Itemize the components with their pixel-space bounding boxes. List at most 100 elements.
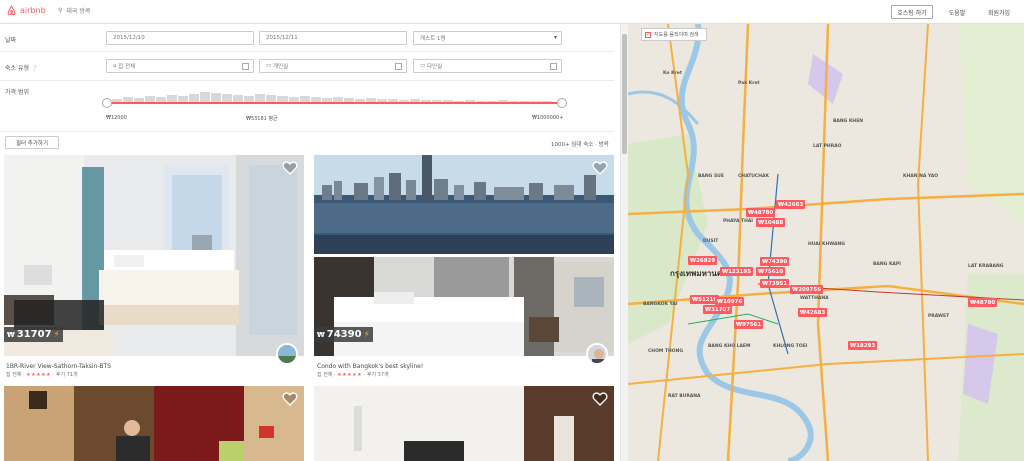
map-price-pin[interactable]: ₩73951 — [760, 279, 790, 288]
listing-photo[interactable] — [4, 155, 304, 356]
checkbox[interactable] — [242, 63, 249, 70]
map-label: LAT KRABANG — [968, 264, 1004, 269]
room-type-entire-home[interactable]: ⌂ 집 전체 — [106, 59, 254, 73]
map-price-pin[interactable]: ₩75610 — [756, 267, 786, 276]
instant-book-icon: ⚡ — [53, 329, 60, 340]
airbnb-logo[interactable]: airbnb — [6, 5, 46, 16]
price-min-handle[interactable] — [102, 98, 112, 108]
currency-symbol: ₩ — [317, 330, 325, 339]
checkbox[interactable] — [395, 63, 402, 70]
room-type-row: 숙소 유형 ❔ ⌂ 집 전체 ▭ 개인실 ▭ 다인실 — [0, 52, 614, 81]
dates-row: 날짜 2015/12/10 2015/12/11 게스트 1명 ▾ — [0, 24, 614, 52]
host-avatar[interactable] — [276, 343, 298, 365]
listing-photo[interactable] — [314, 155, 614, 254]
filter-panel: 날짜 2015/12/10 2015/12/11 게스트 1명 ▾ 숙소 유형 … — [0, 24, 620, 132]
search-text: 태국 방콕 — [66, 8, 91, 15]
map-price-pin[interactable]: ₩48780 — [746, 208, 776, 217]
histogram-bar — [189, 94, 200, 102]
host-button[interactable]: 호스팅 하기 — [891, 5, 933, 19]
checkbox[interactable] — [550, 63, 557, 70]
airbnb-belo-icon — [7, 5, 16, 16]
listing-details: 집 전체 · ★★★★★ · 후기 37개 — [317, 372, 389, 378]
map-price-pin[interactable]: ₩123195 — [720, 267, 754, 276]
heart-icon[interactable] — [282, 391, 298, 407]
histogram-bar — [233, 95, 244, 102]
heart-icon[interactable] — [282, 160, 298, 176]
map-price-pin[interactable]: ₩26829 — [688, 256, 718, 265]
map-label: Ko Kret — [663, 71, 682, 76]
listings-scrollbar[interactable] — [620, 24, 628, 461]
price-min: ₩12000 — [106, 115, 127, 121]
top-navigation-bar: airbnb ⚲ 태국 방콕 호스팅 하기 도움말 회원가입 — [0, 0, 1024, 24]
map-price-pin[interactable]: ₩18293 — [848, 341, 878, 350]
map-price-pin[interactable]: ₩209756 — [790, 285, 824, 294]
map-label: KHAN NA YAO — [903, 174, 939, 179]
histogram-bar — [222, 94, 233, 102]
location-search[interactable]: ⚲ 태국 방콕 — [58, 6, 90, 15]
map-price-pin[interactable]: ₩42683 — [776, 200, 806, 209]
price-slider-track — [106, 102, 563, 104]
map-label: กรุงเทพมหานคร — [670, 269, 727, 278]
map-label: BANGKOK YAI — [643, 302, 678, 307]
host-photo — [278, 345, 296, 363]
room-type-private-room[interactable]: ▭ 개인실 — [259, 59, 407, 73]
map-label: KHLONG TOEI — [773, 344, 808, 349]
histogram-bar — [211, 93, 222, 102]
currency-symbol: ₩ — [7, 330, 15, 339]
map-label: BANG KAPI — [873, 262, 901, 267]
listing-title[interactable]: 1BR-River View-Sathorn-Taksin-BTS — [6, 363, 111, 370]
door-icon: ▭ — [266, 63, 273, 69]
listing-title[interactable]: Condo with Bangkok's best skyline! — [317, 363, 423, 370]
couch-icon: ▭ — [420, 63, 427, 69]
dates-label: 날짜 — [5, 37, 17, 44]
help-link[interactable]: 도움말 — [942, 5, 972, 19]
map-label: CHATUCHAK — [738, 174, 769, 179]
price-label: 가격 범위 — [5, 89, 29, 96]
checkout-field[interactable]: 2015/12/11 — [259, 31, 407, 45]
logo-text: airbnb — [20, 6, 46, 15]
map-price-pin[interactable]: ₩10488 — [756, 218, 786, 227]
chevron-down-icon: ▾ — [553, 34, 557, 41]
map-price-pin[interactable]: ₩48780 — [968, 298, 998, 307]
histogram-bar — [255, 94, 266, 102]
guests-select[interactable]: 게스트 1명 ▾ — [413, 31, 562, 45]
map-price-pin[interactable]: ₩74390 — [760, 257, 790, 266]
listing-details: 집 전체 · ★★★★★ · 후기 71개 — [6, 372, 78, 378]
price-histogram — [112, 90, 553, 102]
listing-price: ₩31707 ⚡ — [4, 327, 63, 342]
map-label: LAT PHRAO — [813, 144, 842, 149]
dining-photo — [314, 386, 614, 461]
map-price-pin[interactable]: ₩42683 — [798, 308, 828, 317]
search-as-map-moves-toggle[interactable]: ✓ 지도를 움직이며 검색 — [641, 28, 707, 41]
scrollbar-thumb[interactable] — [622, 34, 627, 154]
rating-stars: ★★★★★ — [26, 372, 52, 378]
price-max-handle[interactable] — [557, 98, 567, 108]
listing-photo[interactable] — [4, 386, 304, 461]
price-value: 74390 — [326, 329, 362, 340]
rating-stars: ★★★★★ — [337, 372, 363, 378]
host-photo — [588, 345, 606, 363]
room-type-label: 숙소 유형 ❔ — [5, 65, 39, 72]
room-type-shared-room[interactable]: ▭ 다인실 — [413, 59, 562, 73]
map-label: BANG KHO LAEM — [708, 344, 751, 349]
heart-icon[interactable] — [592, 391, 608, 407]
signup-link[interactable]: 회원가입 — [980, 5, 1018, 19]
map-label: PRAWET — [928, 314, 950, 319]
heart-icon[interactable] — [592, 160, 608, 176]
map-label: RAT BURANA — [668, 394, 701, 399]
more-filters-button[interactable]: 필터 추가하기 — [5, 136, 59, 149]
map-label: Pak Kret — [738, 81, 760, 86]
map-label: WATTHANA — [800, 296, 829, 301]
host-avatar[interactable] — [586, 343, 608, 365]
map-label: CHOM THONG — [648, 349, 684, 354]
instant-book-icon: ⚡ — [363, 329, 370, 340]
map-price-pin[interactable]: ₩31707 — [703, 305, 733, 314]
listing-photo[interactable] — [314, 386, 614, 461]
listing-price: ₩74390 ⚡ — [314, 327, 373, 342]
search-icon: ⚲ — [58, 7, 63, 14]
map-label: PHAYA THAI — [723, 219, 753, 224]
guests-value: 게스트 1명 — [420, 36, 446, 42]
map-view[interactable]: ✓ 지도를 움직이며 검색 Pak Kret Ko Kret LAT PHRAO… — [628, 24, 1024, 461]
map-price-pin[interactable]: ₩97561 — [734, 320, 764, 329]
checkin-field[interactable]: 2015/12/10 — [106, 31, 254, 45]
